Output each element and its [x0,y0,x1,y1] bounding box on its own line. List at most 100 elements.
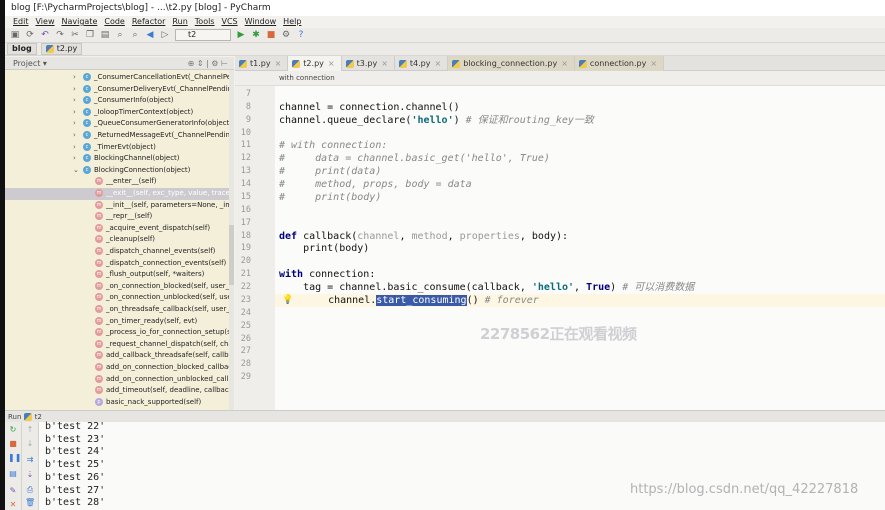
lightbulb-icon[interactable]: 💡 [282,295,293,305]
stop-icon[interactable]: ■ [266,30,276,40]
menu-item-navigate[interactable]: Navigate [61,16,97,28]
print-icon[interactable]: ⎙ [25,485,35,495]
save-icon[interactable]: ▣ [10,30,20,40]
tree-item[interactable]: m _process_io_for_connection_setup(self) [5,327,229,339]
tree-item[interactable]: ›c_ConsumerCancellationEvt(_ChannelPendi… [5,72,229,84]
run-icon[interactable]: ▶ [236,30,246,40]
tree-item[interactable]: m __enter__(self) [5,176,229,188]
cut-icon[interactable]: ✂ [70,30,80,40]
forward-icon[interactable]: ▷ [160,30,170,40]
tree-item[interactable]: m__exit__(self, exc_type, value, traceba… [5,188,229,200]
tree-item[interactable]: › c _TimerEvt(object) [5,142,229,154]
menu-item-run[interactable]: Run [172,16,187,28]
soft-wrap-icon[interactable]: ⇉ [25,455,35,465]
close-icon[interactable]: ✕ [8,500,18,510]
menu-item-view[interactable]: View [36,16,55,28]
stop-icon[interactable]: ■ [8,439,18,449]
sync-icon[interactable]: ⟳ [25,30,35,40]
tree-item[interactable]: m_on_threadsafe_callback(self, user_call… [5,304,229,316]
chevron-right-icon[interactable]: › [73,95,83,107]
find-icon[interactable]: ⌕ [115,30,125,40]
menu-item-tools[interactable]: Tools [195,16,215,28]
back-icon[interactable]: ◀ [145,30,155,40]
code-token: # 保证和routing_key一致 [465,114,594,126]
tree-item[interactable]: ⌄ c BlockingConnection(object) [5,165,229,177]
nav-crumb-file[interactable]: t2.py [40,43,83,55]
tree-item[interactable]: madd_on_connection_unblocked_callback(se… [5,374,229,386]
class-icon: c [83,131,91,139]
tab-t3-py[interactable]: t3.py × [342,56,395,71]
chevron-right-icon[interactable]: › [73,72,83,84]
pin-icon[interactable]: ✎ [8,486,18,496]
replace-icon[interactable]: ⌕ [130,30,140,40]
tree-item[interactable]: m __repr__(self) [5,211,229,223]
tree-item[interactable]: m_on_connection_unblocked(self, user_cal… [5,292,229,304]
menu-item-code[interactable]: Code [104,16,124,28]
menu-item-window[interactable]: Window [245,16,277,28]
tab-t2-py[interactable]: t2.py × [288,56,342,71]
up-arrow-icon[interactable]: ↑ [25,425,35,435]
tree-item[interactable]: madd_callback_threadsafe(self, callback) [5,350,229,362]
tree-item[interactable]: ›c_ReturnedMessageEvt(_ChannelPendingEvt… [5,130,229,142]
chevron-right-icon[interactable]: › [73,118,83,130]
rerun-icon[interactable]: ↻ [8,425,18,435]
run-config-label[interactable]: t2 [35,413,42,421]
tab-blocking_connection-py[interactable]: blocking_connection.py × [448,56,575,71]
redo-icon[interactable]: ↷ [55,30,65,40]
tree-item[interactable]: m _cleanup(self) [5,234,229,246]
tree-item[interactable]: p basic_nack_supported(self) [5,397,229,409]
tree-item[interactable]: › c _QueueConsumerGeneratorInfo(object) [5,118,229,130]
tree-item[interactable]: › c _IoloopTimerContext(object) [5,107,229,119]
tree-scrollbar-thumb[interactable] [229,225,234,285]
code-token: ) [453,114,466,126]
close-tab-icon[interactable]: × [434,59,441,68]
nav-crumb-project[interactable]: blog [7,43,37,55]
tree-item[interactable]: m _dispatch_connection_events(self) [5,258,229,270]
project-panel-header[interactable]: Project ▾ ⊕ ⇕ | ⚙ ⊢ [5,57,234,70]
chevron-right-icon[interactable]: › [73,142,83,154]
tree-item[interactable]: › c _ConsumerInfo(object) [5,95,229,107]
chevron-right-icon[interactable]: › [73,130,83,142]
settings-icon[interactable]: ⚙ [281,30,291,40]
menu-item-help[interactable]: Help [283,16,301,28]
code-breadcrumb[interactable]: with connection [235,71,885,86]
help-icon[interactable]: ? [296,30,306,40]
copy-icon[interactable]: ❐ [85,30,95,40]
dump-threads-icon[interactable]: ▤ [8,469,18,479]
trash-icon[interactable]: 🗑 [25,498,35,508]
pause-icon[interactable]: ❚❚ [8,453,21,463]
tab-t1-py[interactable]: t1.py × [235,56,289,71]
chevron-right-icon[interactable]: › [73,153,83,165]
tree-item[interactable]: m _on_timer_ready(self, evt) [5,316,229,328]
panel-settings-icon[interactable]: ⊕ ⇕ | ⚙ ⊢ [188,57,228,70]
tree-item[interactable]: m_request_channel_dispatch(self, channel… [5,339,229,351]
tree-item[interactable]: m__init__(self, parameters=None, _impl_c… [5,200,229,212]
close-tab-icon[interactable]: × [275,59,282,68]
close-tab-icon[interactable]: × [650,59,657,68]
tree-item[interactable]: › c BlockingChannel(object) [5,153,229,165]
scroll-to-end-icon[interactable]: ⇣ [25,470,35,480]
tree-item[interactable]: madd_on_connection_blocked_callback(self… [5,362,229,374]
close-tab-icon[interactable]: × [328,59,335,68]
tree-item[interactable]: m _flush_output(self, *waiters) [5,269,229,281]
down-arrow-icon[interactable]: ↓ [25,439,35,449]
tree-item[interactable]: madd_timeout(self, deadline, callback_me… [5,385,229,397]
close-tab-icon[interactable]: × [561,59,568,68]
chevron-right-icon[interactable]: › [73,84,83,96]
chevron-down-icon[interactable]: ⌄ [73,165,83,177]
run-config-select[interactable]: t2 [175,29,231,41]
menu-item-refactor[interactable]: Refactor [132,16,166,28]
undo-icon[interactable]: ↶ [40,30,50,40]
tree-item[interactable]: ›c_ConsumerDeliveryEvt(_ChannelPendingEv… [5,84,229,96]
tab-t4-py[interactable]: t4.py × [395,56,449,71]
menu-item-edit[interactable]: Edit [13,16,29,28]
tab-connection-py[interactable]: connection.py × [574,56,665,71]
tree-item[interactable]: m_on_connection_blocked(self, user_callb… [5,281,229,293]
close-tab-icon[interactable]: × [381,59,388,68]
tree-item[interactable]: m _acquire_event_dispatch(self) [5,223,229,235]
chevron-right-icon[interactable]: › [73,107,83,119]
debug-icon[interactable]: ✱ [251,30,261,40]
tree-item[interactable]: m _dispatch_channel_events(self) [5,246,229,258]
paste-icon[interactable]: ▤ [100,30,110,40]
menu-item-vcs[interactable]: VCS [221,16,237,28]
